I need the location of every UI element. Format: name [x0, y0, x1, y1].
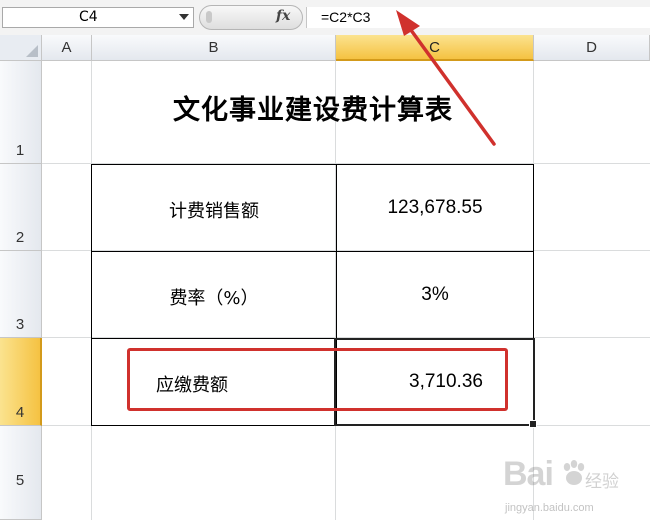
watermark-url: jingyan.baidu.com [505, 502, 594, 514]
paw-icon [563, 460, 585, 485]
baidu-watermark: Bai 经验 jingyan.baidu.com [495, 445, 645, 520]
annotation-arrow-icon [396, 10, 496, 146]
watermark-brand: Bai [503, 455, 554, 493]
watermark-suffix: 经验 [585, 472, 619, 492]
